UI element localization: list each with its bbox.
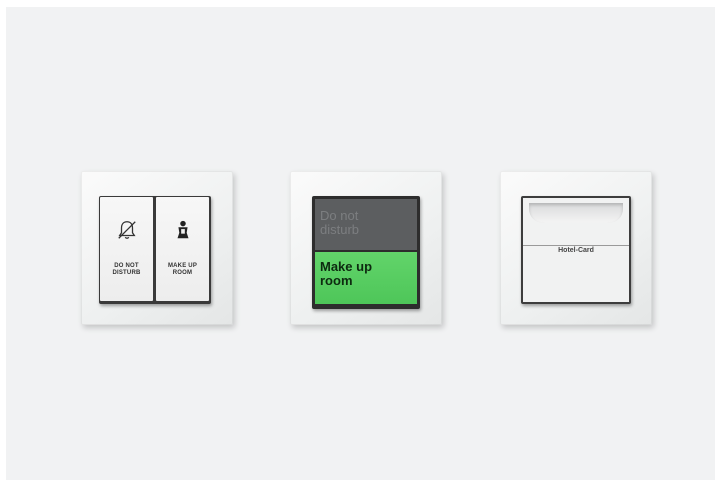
indicator-plate: Do not disturb Make up room xyxy=(290,171,442,325)
do-not-disturb-rocker[interactable]: DO NOT DISTURB xyxy=(100,197,153,301)
product-photo-stage: DO NOT DISTURB MAKE UP ROOM Do not distu… xyxy=(6,7,715,480)
card-divider xyxy=(523,245,629,246)
make-up-room-indicator: Make up room xyxy=(315,252,417,304)
do-not-disturb-indicator: Do not disturb xyxy=(315,199,417,250)
do-not-disturb-text: Do not disturb xyxy=(320,208,360,237)
make-up-room-rocker[interactable]: MAKE UP ROOM xyxy=(156,197,209,301)
bell-crossed-icon xyxy=(117,221,136,239)
indicator-frame: Do not disturb Make up room xyxy=(312,196,420,309)
hotel-card-label: Hotel-Card xyxy=(558,247,594,254)
card-slot[interactable] xyxy=(529,203,623,223)
card-holder-face: Hotel-Card xyxy=(523,198,629,302)
rocker-frame: DO NOT DISTURB MAKE UP ROOM xyxy=(99,196,211,304)
dnd-mur-switch-plate: DO NOT DISTURB MAKE UP ROOM xyxy=(81,171,233,325)
card-holder-plate: Hotel-Card xyxy=(500,171,652,325)
make-up-room-text: Make up room xyxy=(320,259,373,288)
card-holder-frame: Hotel-Card xyxy=(521,196,631,304)
maid-icon xyxy=(177,220,188,239)
make-up-room-label: MAKE UP ROOM xyxy=(167,263,198,276)
do-not-disturb-label: DO NOT DISTURB xyxy=(112,263,141,276)
